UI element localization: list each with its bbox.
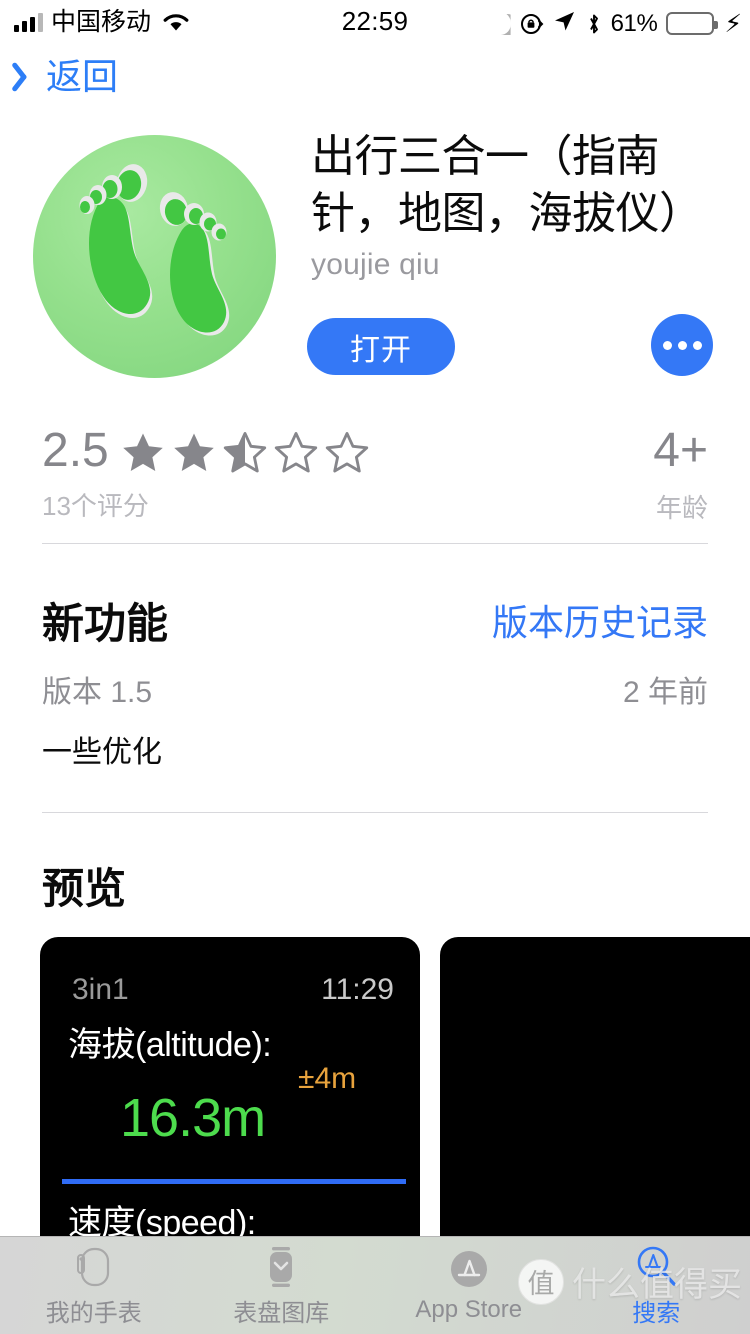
tab-app-store[interactable]: App Store [375, 1236, 563, 1334]
app-store-icon [446, 1246, 492, 1294]
bluetooth-icon [586, 12, 602, 36]
altitude-accuracy-value: ±4m [298, 1062, 357, 1095]
page-title: 出行三合一（指南针，地图，海拔仪） [311, 132, 703, 238]
navigation-bar: 返回 [0, 52, 750, 118]
battery-icon [666, 12, 719, 35]
release-date-label: 2 年前 [622, 676, 708, 709]
watch-app-name: 3in1 [72, 973, 129, 1006]
back-button-label: 返回 [46, 56, 119, 97]
star-icon-full [171, 430, 217, 476]
tab-label: 搜索 [632, 1299, 681, 1327]
status-bar-right: 61% ⚡ [490, 9, 742, 38]
altitude-label: 海拔(altitude): [68, 1026, 272, 1064]
rating-count-label: 13个评分 [42, 491, 149, 521]
section-divider [42, 543, 708, 544]
search-app-store-icon [631, 1243, 681, 1291]
ellipsis-dot-icon [692, 340, 702, 350]
tab-label: 表盘图库 [233, 1299, 330, 1327]
ellipsis-dot-icon [677, 340, 687, 350]
watch-app-screenshot: 3in1 11:29 海拔(altitude): ±4m 16.3m 速度(sp… [40, 937, 420, 1267]
whats-new-heading: 新功能 [42, 600, 169, 647]
tab-my-watch[interactable]: 我的手表 [0, 1236, 188, 1334]
tab-bar: 我的手表 表盘图库 App Store 搜索 [0, 1236, 750, 1334]
ratings-summary: 2.5 13个评分 4+ 年龄 [0, 420, 750, 523]
preview-screenshot-1[interactable]: 3in1 11:29 海拔(altitude): ±4m 16.3m 速度(sp… [40, 937, 420, 1267]
open-button[interactable]: 打开 [307, 318, 455, 375]
watch-divider [62, 1179, 406, 1184]
tab-search[interactable]: 搜索 [563, 1236, 750, 1334]
footprints-app-icon [33, 135, 276, 378]
version-label: 版本 1.5 [42, 676, 153, 709]
rating-stars [120, 430, 370, 476]
age-rating-label: 年龄 [655, 493, 708, 523]
release-notes-text: 一些优化 [42, 736, 162, 769]
app-store-app-detail-screen: 中国移动 22:59 61% ⚡ 返回 出行三合一（指南针，地图，海拔仪） yo… [0, 0, 750, 1334]
age-rating-value: 4+ [653, 424, 708, 477]
tab-label: App Store [415, 1296, 523, 1323]
developer-name[interactable]: youjie qiu [311, 248, 440, 282]
rotation-lock-icon [520, 12, 544, 36]
tab-face-gallery[interactable]: 表盘图库 [188, 1236, 376, 1334]
watch-clock-label: 11:29 [321, 973, 394, 1006]
section-divider [42, 812, 708, 813]
ellipsis-dot-icon [662, 340, 672, 350]
star-icon-full [120, 430, 166, 476]
do-not-disturb-moon-icon [490, 12, 511, 35]
chevron-left-icon [16, 58, 38, 96]
tab-label: 我的手表 [45, 1299, 142, 1327]
star-icon-empty [273, 430, 319, 476]
star-icon-empty [324, 430, 370, 476]
more-options-button[interactable] [651, 314, 713, 376]
preview-heading: 预览 [42, 865, 127, 912]
location-arrow-icon [553, 9, 577, 38]
back-button[interactable]: 返回 [16, 57, 118, 97]
battery-percent-label: 61% [610, 9, 658, 37]
lightning-bolt-icon: ⚡ [724, 9, 742, 38]
preview-screenshot-2[interactable] [440, 937, 750, 1267]
preview-screenshot-strip[interactable]: 3in1 11:29 海拔(altitude): ±4m 16.3m 速度(sp… [0, 937, 750, 1267]
status-bar: 中国移动 22:59 61% ⚡ [0, 0, 750, 44]
rating-score: 2.5 [42, 424, 109, 477]
version-history-link[interactable]: 版本历史记录 [492, 594, 708, 646]
altitude-value: 16.3m [120, 1088, 266, 1148]
watch-outline-icon [72, 1243, 116, 1291]
watch-face-gallery-icon [259, 1243, 303, 1291]
star-icon-half [222, 430, 268, 476]
